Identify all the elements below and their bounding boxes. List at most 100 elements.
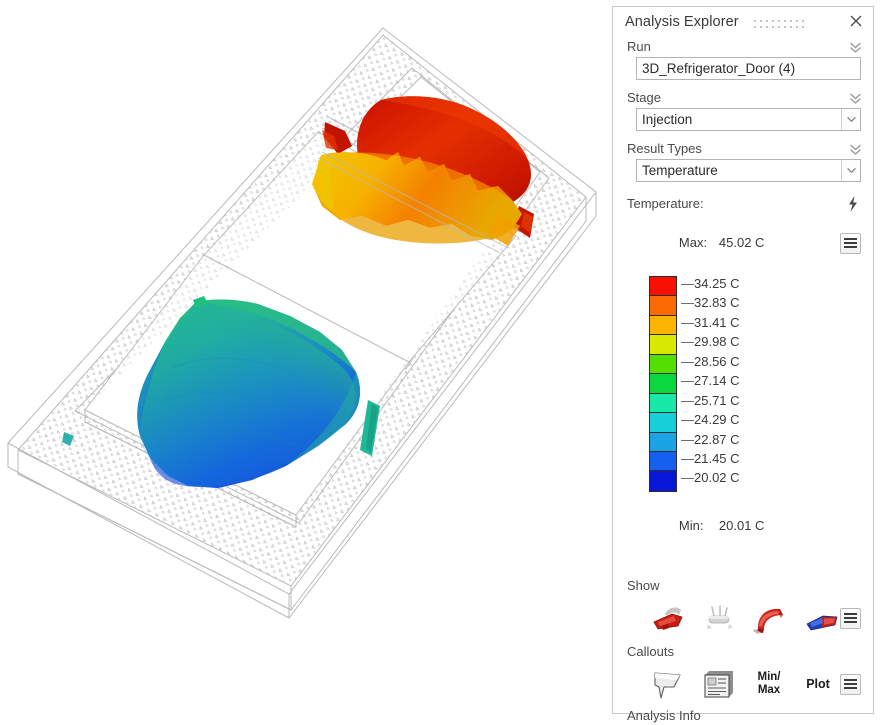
run-collapse-chevron-icon[interactable] bbox=[848, 40, 863, 55]
tick-label: 22.87 C bbox=[694, 431, 740, 447]
result-types-label: Result Types bbox=[627, 141, 702, 156]
callout-plot-label[interactable]: Plot bbox=[798, 666, 838, 702]
page-title: Analysis Explorer bbox=[625, 14, 739, 30]
tick-label: 29.98 C bbox=[694, 334, 740, 350]
analysis-explorer-panel: Analysis Explorer Run 3D_Refrigerator_Do… bbox=[612, 6, 874, 723]
callouts-menu-button[interactable] bbox=[840, 674, 861, 695]
color-bar-segment bbox=[650, 451, 676, 472]
legend-menu-button[interactable] bbox=[840, 233, 861, 254]
callout-min-max-label[interactable]: Min/ Max bbox=[749, 666, 789, 702]
tick-label: 31.41 C bbox=[694, 314, 740, 330]
callouts-section: Callouts Min/ Max Plot bbox=[613, 642, 873, 706]
color-bar-tick: —32.83 C bbox=[681, 293, 851, 312]
stage-section-header: Stage bbox=[613, 88, 873, 108]
result-types-collapse-chevron-icon[interactable] bbox=[848, 142, 863, 157]
color-bar-tick: —22.87 C bbox=[681, 430, 851, 449]
show-curved-red-icon[interactable] bbox=[749, 600, 791, 636]
analysis-info-section: Analysis Info bbox=[613, 706, 873, 725]
legend-min-label: Min: bbox=[678, 518, 704, 533]
show-part-red-icon[interactable] bbox=[647, 600, 689, 636]
show-icon-row bbox=[613, 596, 873, 640]
result-types-chevron-down-icon[interactable] bbox=[841, 160, 860, 181]
color-bar-segment bbox=[650, 354, 676, 375]
color-bar-tick-labels: —34.25 C —32.83 C —31.41 C —29.98 C —28.56 C… bbox=[681, 274, 851, 488]
run-label: Run bbox=[627, 39, 651, 54]
tick-dash: — bbox=[681, 470, 694, 486]
color-bar-tick: —28.56 C bbox=[681, 352, 851, 371]
legend-max-row: Max: 45.02 C bbox=[613, 213, 873, 273]
stage-chevron-down-icon[interactable] bbox=[841, 109, 860, 130]
run-section-header: Run bbox=[613, 37, 873, 57]
callouts-icon-row: Min/ Max Plot bbox=[613, 662, 873, 706]
tick-label: 34.25 C bbox=[694, 276, 740, 291]
callout-pointer-icon[interactable] bbox=[647, 666, 689, 702]
color-bar-tick: —20.02 C bbox=[681, 468, 851, 487]
color-bar-segment bbox=[650, 432, 676, 452]
legend-min-value: 20.01 C bbox=[718, 518, 765, 533]
run-input[interactable]: 3D_Refrigerator_Door (4) bbox=[636, 57, 861, 80]
result-legend-section: Temperature: Max: 45.02 C —34.25 C —32.83 … bbox=[613, 195, 873, 556]
stage-label: Stage bbox=[627, 90, 661, 105]
tick-label: 27.14 C bbox=[694, 373, 740, 389]
color-bar-segment bbox=[650, 315, 676, 336]
result-types-selected-value: Temperature bbox=[642, 163, 718, 178]
show-label: Show bbox=[627, 578, 660, 593]
run-field-wrap: 3D_Refrigerator_Door (4) bbox=[613, 57, 873, 82]
result-types-select[interactable]: Temperature bbox=[636, 159, 861, 182]
tick-dash: — bbox=[681, 295, 694, 311]
legend-min-row: Min: 20.01 C bbox=[613, 496, 873, 556]
show-part-grey-icon[interactable] bbox=[698, 600, 740, 636]
tick-label: 24.29 C bbox=[694, 412, 740, 428]
3d-model-viewport[interactable] bbox=[0, 0, 612, 725]
stage-select[interactable]: Injection bbox=[636, 108, 861, 131]
tick-dash: — bbox=[681, 373, 694, 389]
tick-dash: — bbox=[681, 392, 694, 408]
tick-dash: — bbox=[681, 353, 694, 369]
stage-collapse-chevron-icon[interactable] bbox=[848, 91, 863, 106]
color-bar bbox=[649, 276, 677, 492]
color-bar-segment bbox=[650, 335, 676, 355]
legend-title: Temperature: bbox=[627, 196, 704, 211]
hamburger-menu-icon bbox=[844, 613, 857, 624]
tick-dash: — bbox=[681, 314, 694, 330]
callouts-label: Callouts bbox=[627, 644, 674, 659]
color-bar-segment bbox=[650, 393, 676, 414]
color-bar-tick: —31.41 C bbox=[681, 313, 851, 332]
tick-label: 25.71 C bbox=[694, 392, 740, 408]
color-bar-tick: —24.29 C bbox=[681, 410, 851, 429]
tick-label: 32.83 C bbox=[694, 295, 740, 311]
legend-max-value: 45.02 C bbox=[718, 235, 765, 250]
tick-dash: — bbox=[681, 276, 694, 291]
show-bicolor-icon[interactable] bbox=[800, 600, 842, 636]
color-bar-segment bbox=[650, 296, 676, 316]
color-legend: —34.25 C —32.83 C —31.41 C —29.98 C —28.56 C… bbox=[613, 274, 873, 496]
show-section: Show bbox=[613, 576, 873, 640]
lightning-bolt-icon[interactable] bbox=[845, 195, 861, 213]
tick-label: 21.45 C bbox=[694, 450, 740, 466]
callout-min-max-text: Min/ Max bbox=[757, 671, 781, 696]
tick-label: 28.56 C bbox=[694, 353, 740, 369]
stage-field-wrap: Injection bbox=[613, 108, 873, 133]
callout-plot-text: Plot bbox=[806, 676, 830, 691]
analysis-explorer-window: Analysis Explorer Run 3D_Refrigerator_Do… bbox=[0, 0, 880, 725]
hamburger-menu-icon bbox=[844, 679, 857, 690]
callout-note-icon[interactable] bbox=[698, 666, 740, 702]
color-bar-segment bbox=[650, 413, 676, 433]
refrigerator-door-model bbox=[7, 27, 597, 619]
analysis-info-label: Analysis Info bbox=[627, 708, 701, 723]
panel-title-bar: Analysis Explorer bbox=[613, 7, 873, 37]
color-bar-segment bbox=[650, 471, 676, 491]
color-bar-tick: —27.14 C bbox=[681, 371, 851, 390]
color-bar-segment bbox=[650, 277, 676, 297]
tick-dash: — bbox=[681, 334, 694, 350]
tick-label: 20.02 C bbox=[694, 470, 740, 486]
hamburger-menu-icon bbox=[844, 238, 857, 249]
dotted-grip-icon[interactable] bbox=[753, 16, 811, 29]
show-menu-button[interactable] bbox=[840, 608, 861, 629]
color-bar-tick: —34.25 C bbox=[681, 274, 851, 293]
tick-dash: — bbox=[681, 431, 694, 447]
stage-selected-value: Injection bbox=[642, 112, 693, 127]
close-icon[interactable] bbox=[848, 13, 864, 29]
color-bar-tick: —21.45 C bbox=[681, 449, 851, 468]
result-types-field-wrap: Temperature bbox=[613, 159, 873, 184]
